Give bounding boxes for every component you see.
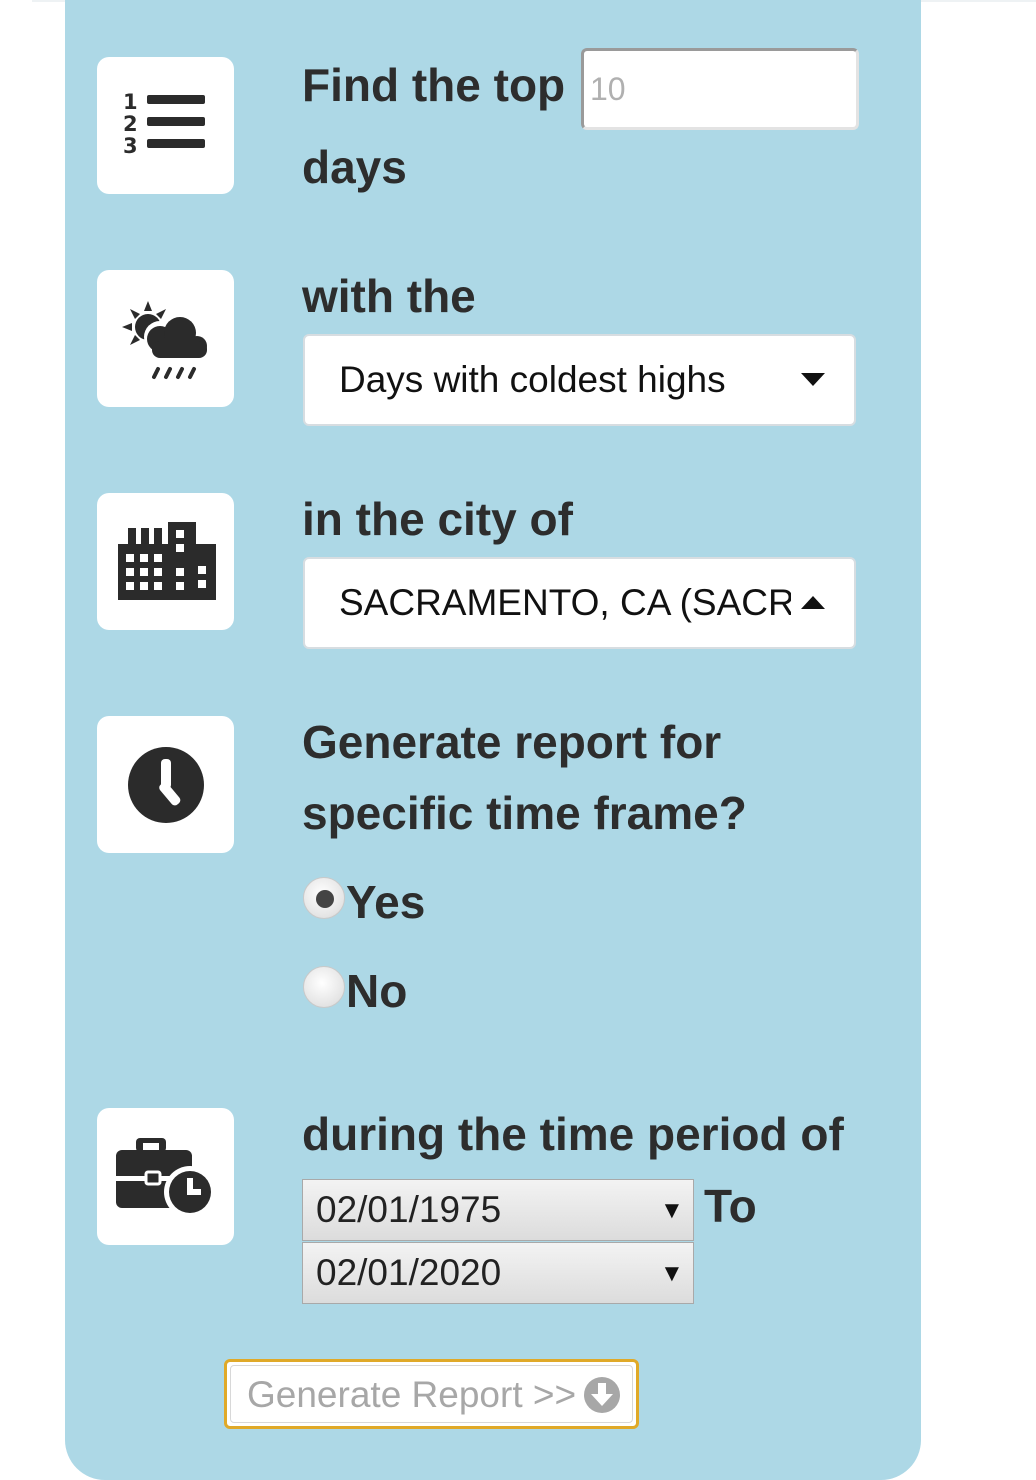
- generate-report-label: Generate Report >>: [247, 1374, 577, 1415]
- city-buildings-icon: [117, 521, 216, 600]
- radio-yes-label[interactable]: Yes: [346, 874, 425, 930]
- weather-icon-box: [97, 270, 234, 407]
- city-icon-box: [97, 493, 234, 630]
- radio-no-label[interactable]: No: [346, 963, 407, 1019]
- end-date-value: 02/01/2020: [316, 1252, 502, 1293]
- top-label: Find the top: [302, 59, 566, 111]
- svg-text:1: 1: [123, 91, 138, 114]
- timeframe-question-line2: specific time frame?: [302, 787, 747, 839]
- generate-report-button[interactable]: Generate Report >>: [224, 1359, 639, 1429]
- radio-no[interactable]: [303, 966, 345, 1008]
- svg-text:3: 3: [123, 134, 138, 158]
- radio-yes[interactable]: [303, 877, 345, 919]
- caret-down-icon: [799, 370, 827, 390]
- city-dropdown[interactable]: SACRAMENTO, CA (SACRAMENTO): [303, 557, 856, 649]
- start-date-value: 02/01/1975: [316, 1189, 502, 1230]
- briefcase-clock-icon: [115, 1137, 216, 1218]
- with-the-label: with the: [302, 270, 476, 322]
- metric-dropdown-value: Days with coldest highs: [339, 359, 726, 400]
- city-dropdown-value: SACRAMENTO, CA (SACRAMENTO): [339, 582, 791, 623]
- time-icon-box: [97, 716, 234, 853]
- timeframe-question-line1: Generate report for: [302, 716, 722, 768]
- end-date-select[interactable]: 02/01/2020 ▼: [302, 1242, 694, 1304]
- city-label: in the city of: [302, 493, 573, 545]
- ranking-icon-box: 123: [97, 57, 234, 194]
- download-circle-icon: [584, 1377, 620, 1413]
- select-arrow-icon: ▼: [660, 1260, 684, 1287]
- radio-selected-dot: [316, 890, 334, 908]
- period-icon-box: [97, 1108, 234, 1245]
- top-count-input[interactable]: [581, 48, 859, 130]
- svg-text:2: 2: [123, 112, 138, 136]
- period-label: during the time period of: [302, 1108, 844, 1160]
- to-label: To: [704, 1180, 757, 1232]
- metric-dropdown[interactable]: Days with coldest highs: [303, 334, 856, 426]
- start-date-select[interactable]: 02/01/1975 ▼: [302, 1179, 694, 1241]
- clock-icon: [127, 746, 204, 823]
- top-label-days: days: [302, 141, 407, 193]
- sun-cloud-rain-icon: [121, 300, 211, 379]
- select-arrow-icon: ▼: [660, 1197, 684, 1224]
- caret-up-icon: [799, 593, 827, 613]
- numbered-list-icon: 123: [123, 91, 205, 158]
